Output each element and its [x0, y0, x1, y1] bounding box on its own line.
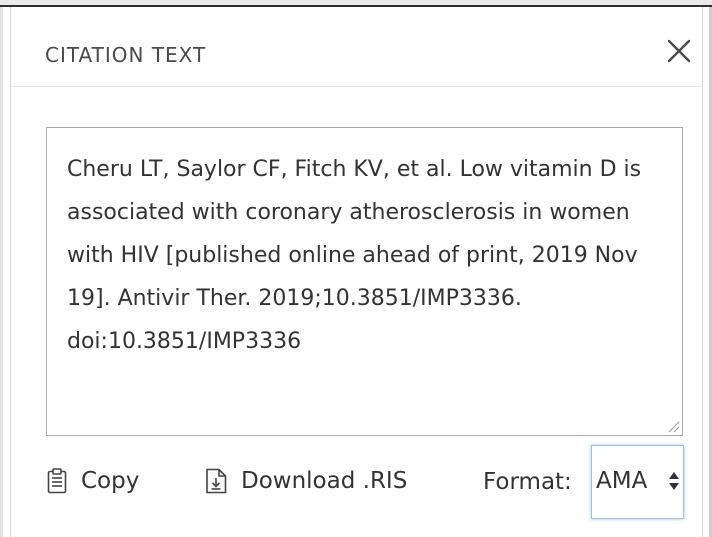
copy-label: Copy [81, 468, 140, 494]
window-top-edge [0, 0, 712, 7]
download-label: Download .RIS [241, 468, 408, 494]
citation-text: Cheru LT, Saylor CF, Fitch KV, et al. Lo… [67, 157, 642, 354]
close-button[interactable] [663, 35, 695, 67]
up-down-arrows-icon [669, 472, 679, 490]
download-file-icon [206, 468, 227, 494]
dialog-header: CITATION TEXT [11, 7, 702, 87]
copy-button[interactable]: Copy [47, 461, 139, 501]
dialog-footer: Copy Download .RIS Format: AMA [11, 437, 702, 527]
format-select[interactable]: AMA [591, 445, 684, 519]
format-label: Format: [483, 469, 572, 495]
citation-page: CITATION TEXT Cheru LT, Saylor CF, Fitch… [0, 0, 712, 537]
download-ris-button[interactable]: Download .RIS [205, 461, 407, 501]
citation-dialog: CITATION TEXT Cheru LT, Saylor CF, Fitch… [10, 7, 703, 537]
resize-grip-icon[interactable] [666, 419, 680, 433]
format-value: AMA [596, 468, 648, 494]
dialog-title: CITATION TEXT [45, 43, 207, 67]
citation-textarea[interactable]: Cheru LT, Saylor CF, Fitch KV, et al. Lo… [46, 127, 683, 436]
clipboard-icon [47, 468, 67, 494]
close-icon [667, 39, 691, 63]
background-left-edge [0, 7, 3, 537]
